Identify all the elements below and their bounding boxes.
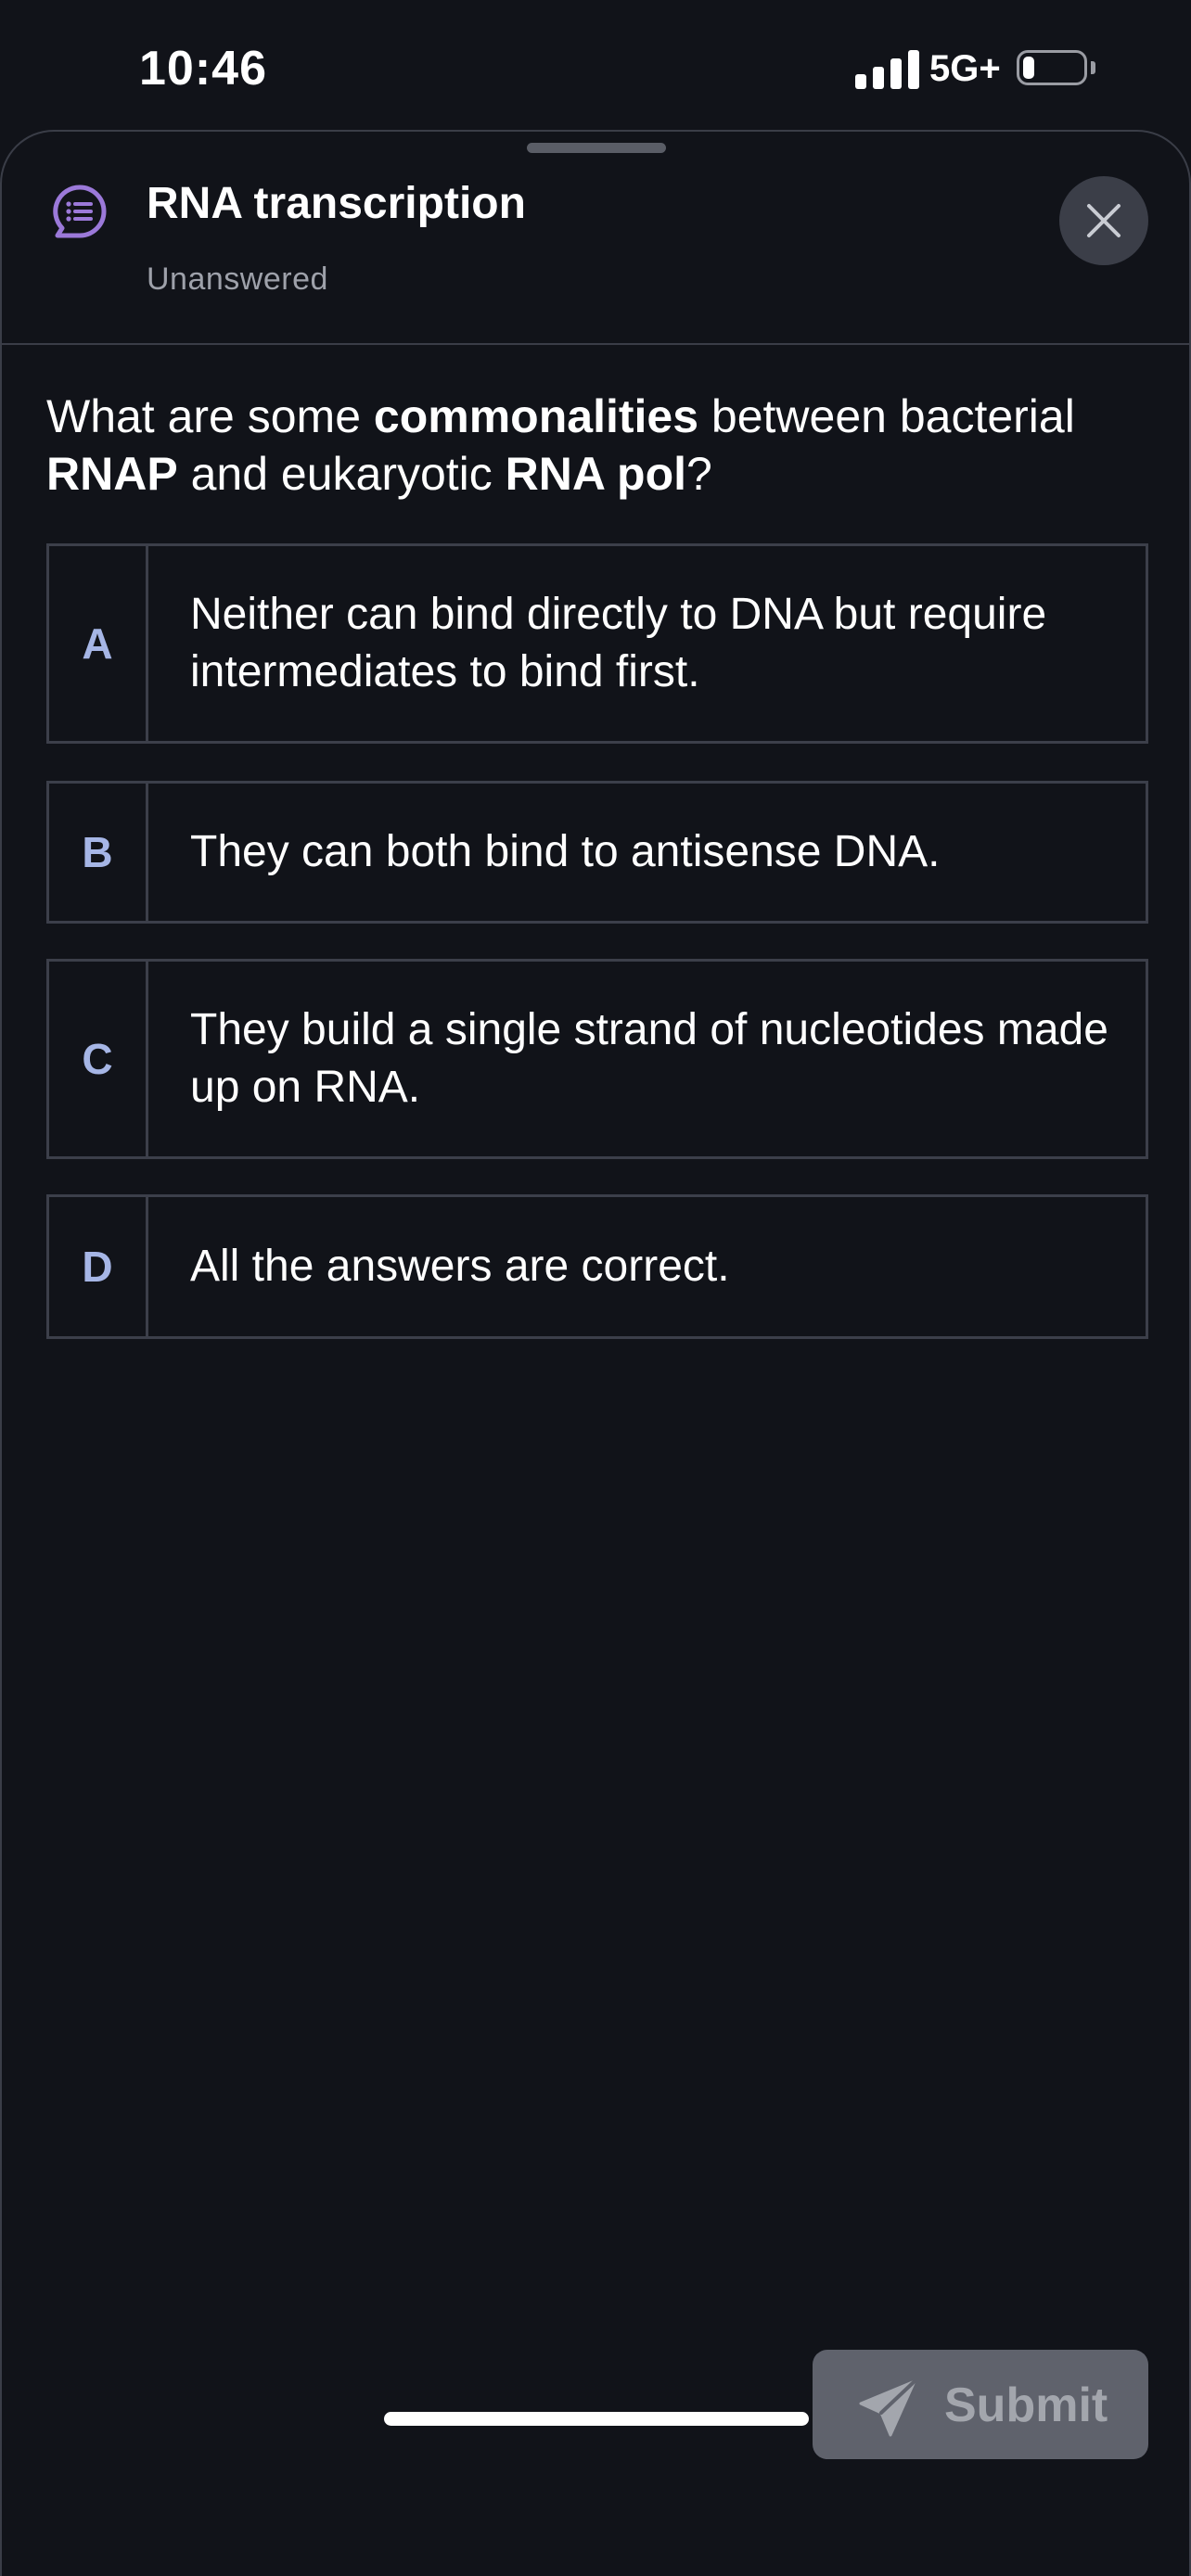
option-letter: B — [49, 784, 148, 921]
question-part: between bacterial — [698, 390, 1075, 442]
question-part: and eukaryotic — [177, 448, 506, 500]
submit-label: Submit — [944, 2378, 1108, 2432]
close-button[interactable] — [1059, 176, 1148, 265]
question-part: What are some — [46, 390, 374, 442]
status-time: 10:46 — [139, 42, 267, 96]
close-icon — [1087, 204, 1121, 237]
question-part: ? — [686, 448, 712, 500]
option-letter: C — [49, 962, 148, 1156]
option-text: All the answers are correct. — [190, 1242, 730, 1291]
answer-option-a[interactable]: A Neither can bind directly to DNA but r… — [46, 543, 1148, 744]
network-type: 5G+ — [929, 48, 1001, 89]
status-bar: 10:46 5G+ — [0, 0, 1191, 130]
answer-option-d[interactable]: D All the answers are correct. — [46, 1194, 1148, 1339]
sheet-grabber[interactable] — [527, 143, 666, 153]
battery-cap — [1091, 61, 1095, 74]
question-sheet: RNA transcription Unanswered What are so… — [0, 130, 1191, 2576]
home-indicator[interactable] — [384, 2412, 809, 2426]
question-text: What are some commonalities between bact… — [46, 388, 1150, 503]
submit-button[interactable]: Submit — [813, 2350, 1148, 2459]
sheet-title: RNA transcription — [147, 179, 526, 228]
answer-option-c[interactable]: C They build a single strand of nucleoti… — [46, 959, 1148, 1159]
header-divider — [2, 343, 1189, 345]
question-part-bold: RNAP — [46, 448, 178, 500]
question-part-bold: commonalities — [373, 390, 699, 442]
chat-list-icon — [50, 182, 109, 241]
option-letter: D — [49, 1197, 148, 1336]
answer-option-b[interactable]: B They can both bind to antisense DNA. — [46, 781, 1148, 924]
option-text: They can both bind to antisense DNA. — [190, 827, 941, 876]
battery-icon — [1017, 50, 1087, 85]
option-text: They build a single strand of nucleotide… — [190, 1005, 1108, 1112]
question-part-bold: RNA pol — [505, 448, 687, 500]
answer-status: Unanswered — [147, 261, 328, 297]
signal-strength-icon — [855, 48, 920, 89]
option-text: Neither can bind directly to DNA but req… — [190, 590, 1047, 696]
send-icon — [859, 2379, 916, 2437]
option-letter: A — [49, 546, 148, 741]
